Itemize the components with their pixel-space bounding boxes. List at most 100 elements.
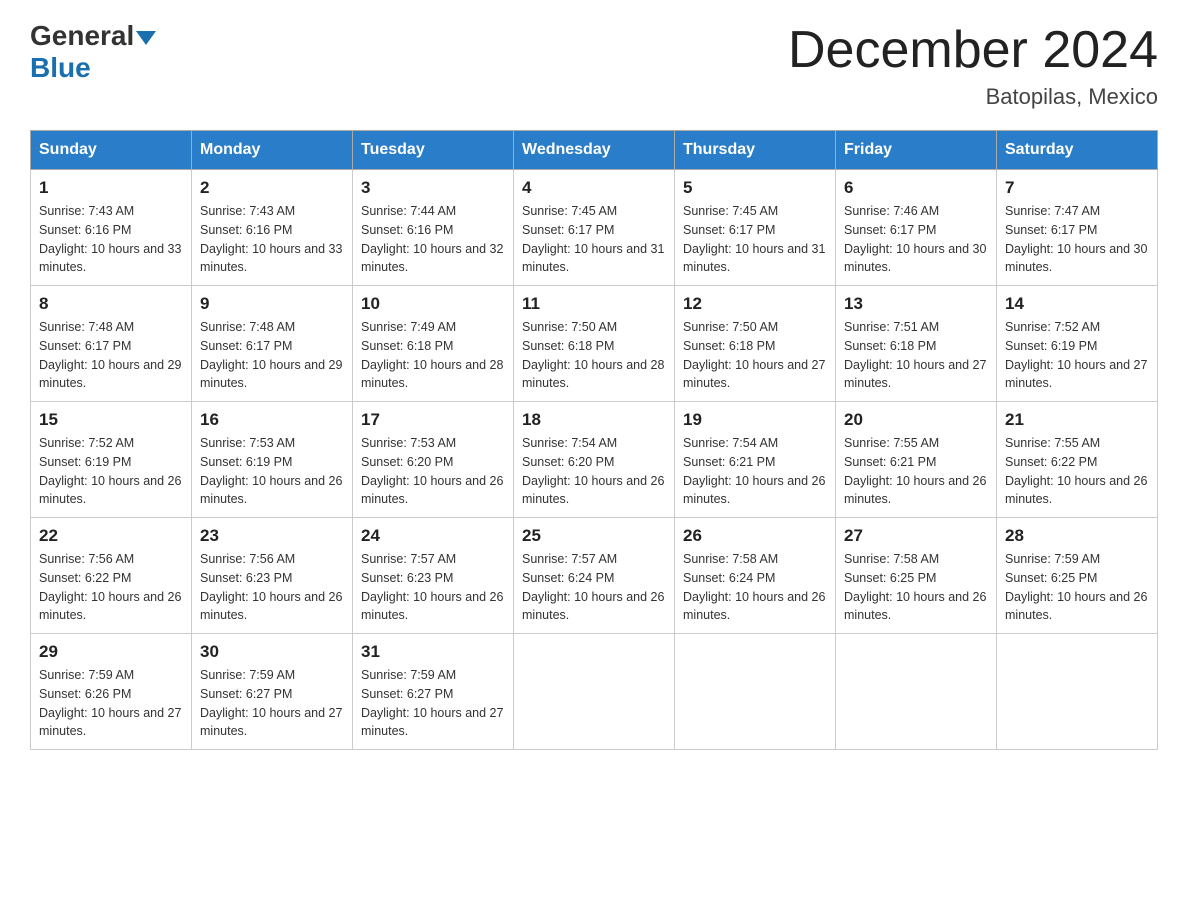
day-info: Sunrise: 7:56 AMSunset: 6:23 PMDaylight:…: [200, 550, 344, 625]
day-number: 10: [361, 294, 505, 314]
logo-blue-text: Blue: [30, 52, 91, 84]
day-info: Sunrise: 7:53 AMSunset: 6:20 PMDaylight:…: [361, 434, 505, 509]
weekday-header-thursday: Thursday: [675, 131, 836, 170]
day-number: 26: [683, 526, 827, 546]
calendar-day-15: 15 Sunrise: 7:52 AMSunset: 6:19 PMDaylig…: [31, 402, 192, 518]
day-number: 5: [683, 178, 827, 198]
logo-arrow-icon: [136, 31, 156, 45]
weekday-header-friday: Friday: [836, 131, 997, 170]
calendar-day-1: 1 Sunrise: 7:43 AMSunset: 6:16 PMDayligh…: [31, 170, 192, 286]
title-area: December 2024 Batopilas, Mexico: [788, 20, 1158, 110]
calendar-day-12: 12 Sunrise: 7:50 AMSunset: 6:18 PMDaylig…: [675, 286, 836, 402]
weekday-header-tuesday: Tuesday: [353, 131, 514, 170]
weekday-header-saturday: Saturday: [997, 131, 1158, 170]
calendar-day-6: 6 Sunrise: 7:46 AMSunset: 6:17 PMDayligh…: [836, 170, 997, 286]
day-info: Sunrise: 7:50 AMSunset: 6:18 PMDaylight:…: [522, 318, 666, 393]
day-number: 1: [39, 178, 183, 198]
day-number: 30: [200, 642, 344, 662]
day-info: Sunrise: 7:45 AMSunset: 6:17 PMDaylight:…: [683, 202, 827, 277]
weekday-header-row: SundayMondayTuesdayWednesdayThursdayFrid…: [31, 131, 1158, 170]
day-info: Sunrise: 7:44 AMSunset: 6:16 PMDaylight:…: [361, 202, 505, 277]
day-number: 18: [522, 410, 666, 430]
day-number: 4: [522, 178, 666, 198]
calendar-day-7: 7 Sunrise: 7:47 AMSunset: 6:17 PMDayligh…: [997, 170, 1158, 286]
calendar-day-20: 20 Sunrise: 7:55 AMSunset: 6:21 PMDaylig…: [836, 402, 997, 518]
day-number: 12: [683, 294, 827, 314]
day-number: 21: [1005, 410, 1149, 430]
calendar-day-23: 23 Sunrise: 7:56 AMSunset: 6:23 PMDaylig…: [192, 518, 353, 634]
empty-cell: [514, 634, 675, 750]
day-number: 20: [844, 410, 988, 430]
day-info: Sunrise: 7:57 AMSunset: 6:23 PMDaylight:…: [361, 550, 505, 625]
day-number: 22: [39, 526, 183, 546]
calendar-day-29: 29 Sunrise: 7:59 AMSunset: 6:26 PMDaylig…: [31, 634, 192, 750]
calendar-day-11: 11 Sunrise: 7:50 AMSunset: 6:18 PMDaylig…: [514, 286, 675, 402]
day-info: Sunrise: 7:46 AMSunset: 6:17 PMDaylight:…: [844, 202, 988, 277]
calendar-day-19: 19 Sunrise: 7:54 AMSunset: 6:21 PMDaylig…: [675, 402, 836, 518]
empty-cell: [836, 634, 997, 750]
location-subtitle: Batopilas, Mexico: [788, 84, 1158, 110]
week-row-2: 8 Sunrise: 7:48 AMSunset: 6:17 PMDayligh…: [31, 286, 1158, 402]
calendar-day-27: 27 Sunrise: 7:58 AMSunset: 6:25 PMDaylig…: [836, 518, 997, 634]
day-number: 8: [39, 294, 183, 314]
day-number: 24: [361, 526, 505, 546]
empty-cell: [997, 634, 1158, 750]
day-info: Sunrise: 7:43 AMSunset: 6:16 PMDaylight:…: [200, 202, 344, 277]
day-number: 11: [522, 294, 666, 314]
day-info: Sunrise: 7:43 AMSunset: 6:16 PMDaylight:…: [39, 202, 183, 277]
day-info: Sunrise: 7:59 AMSunset: 6:27 PMDaylight:…: [361, 666, 505, 741]
calendar-day-21: 21 Sunrise: 7:55 AMSunset: 6:22 PMDaylig…: [997, 402, 1158, 518]
day-info: Sunrise: 7:59 AMSunset: 6:25 PMDaylight:…: [1005, 550, 1149, 625]
week-row-1: 1 Sunrise: 7:43 AMSunset: 6:16 PMDayligh…: [31, 170, 1158, 286]
day-number: 2: [200, 178, 344, 198]
calendar-day-25: 25 Sunrise: 7:57 AMSunset: 6:24 PMDaylig…: [514, 518, 675, 634]
day-info: Sunrise: 7:47 AMSunset: 6:17 PMDaylight:…: [1005, 202, 1149, 277]
week-row-5: 29 Sunrise: 7:59 AMSunset: 6:26 PMDaylig…: [31, 634, 1158, 750]
day-info: Sunrise: 7:58 AMSunset: 6:25 PMDaylight:…: [844, 550, 988, 625]
calendar-day-14: 14 Sunrise: 7:52 AMSunset: 6:19 PMDaylig…: [997, 286, 1158, 402]
week-row-4: 22 Sunrise: 7:56 AMSunset: 6:22 PMDaylig…: [31, 518, 1158, 634]
day-number: 23: [200, 526, 344, 546]
day-info: Sunrise: 7:48 AMSunset: 6:17 PMDaylight:…: [39, 318, 183, 393]
logo: General Blue: [30, 20, 156, 84]
calendar-day-26: 26 Sunrise: 7:58 AMSunset: 6:24 PMDaylig…: [675, 518, 836, 634]
calendar-day-2: 2 Sunrise: 7:43 AMSunset: 6:16 PMDayligh…: [192, 170, 353, 286]
day-info: Sunrise: 7:56 AMSunset: 6:22 PMDaylight:…: [39, 550, 183, 625]
calendar-day-9: 9 Sunrise: 7:48 AMSunset: 6:17 PMDayligh…: [192, 286, 353, 402]
day-number: 14: [1005, 294, 1149, 314]
day-info: Sunrise: 7:57 AMSunset: 6:24 PMDaylight:…: [522, 550, 666, 625]
day-number: 29: [39, 642, 183, 662]
logo-general: General: [30, 20, 156, 52]
day-number: 6: [844, 178, 988, 198]
weekday-header-sunday: Sunday: [31, 131, 192, 170]
day-number: 31: [361, 642, 505, 662]
day-info: Sunrise: 7:51 AMSunset: 6:18 PMDaylight:…: [844, 318, 988, 393]
day-number: 15: [39, 410, 183, 430]
calendar-day-8: 8 Sunrise: 7:48 AMSunset: 6:17 PMDayligh…: [31, 286, 192, 402]
weekday-header-monday: Monday: [192, 131, 353, 170]
day-number: 27: [844, 526, 988, 546]
day-info: Sunrise: 7:45 AMSunset: 6:17 PMDaylight:…: [522, 202, 666, 277]
month-title: December 2024: [788, 20, 1158, 80]
day-info: Sunrise: 7:52 AMSunset: 6:19 PMDaylight:…: [39, 434, 183, 509]
calendar-day-5: 5 Sunrise: 7:45 AMSunset: 6:17 PMDayligh…: [675, 170, 836, 286]
day-info: Sunrise: 7:59 AMSunset: 6:26 PMDaylight:…: [39, 666, 183, 741]
day-info: Sunrise: 7:52 AMSunset: 6:19 PMDaylight:…: [1005, 318, 1149, 393]
calendar-day-30: 30 Sunrise: 7:59 AMSunset: 6:27 PMDaylig…: [192, 634, 353, 750]
calendar-day-31: 31 Sunrise: 7:59 AMSunset: 6:27 PMDaylig…: [353, 634, 514, 750]
calendar-day-16: 16 Sunrise: 7:53 AMSunset: 6:19 PMDaylig…: [192, 402, 353, 518]
day-info: Sunrise: 7:53 AMSunset: 6:19 PMDaylight:…: [200, 434, 344, 509]
calendar-day-28: 28 Sunrise: 7:59 AMSunset: 6:25 PMDaylig…: [997, 518, 1158, 634]
calendar-day-3: 3 Sunrise: 7:44 AMSunset: 6:16 PMDayligh…: [353, 170, 514, 286]
day-info: Sunrise: 7:55 AMSunset: 6:22 PMDaylight:…: [1005, 434, 1149, 509]
calendar-table: SundayMondayTuesdayWednesdayThursdayFrid…: [30, 130, 1158, 750]
day-number: 17: [361, 410, 505, 430]
day-number: 7: [1005, 178, 1149, 198]
day-info: Sunrise: 7:50 AMSunset: 6:18 PMDaylight:…: [683, 318, 827, 393]
empty-cell: [675, 634, 836, 750]
calendar-day-24: 24 Sunrise: 7:57 AMSunset: 6:23 PMDaylig…: [353, 518, 514, 634]
week-row-3: 15 Sunrise: 7:52 AMSunset: 6:19 PMDaylig…: [31, 402, 1158, 518]
page-header: General Blue December 2024 Batopilas, Me…: [30, 20, 1158, 110]
calendar-day-17: 17 Sunrise: 7:53 AMSunset: 6:20 PMDaylig…: [353, 402, 514, 518]
day-number: 13: [844, 294, 988, 314]
